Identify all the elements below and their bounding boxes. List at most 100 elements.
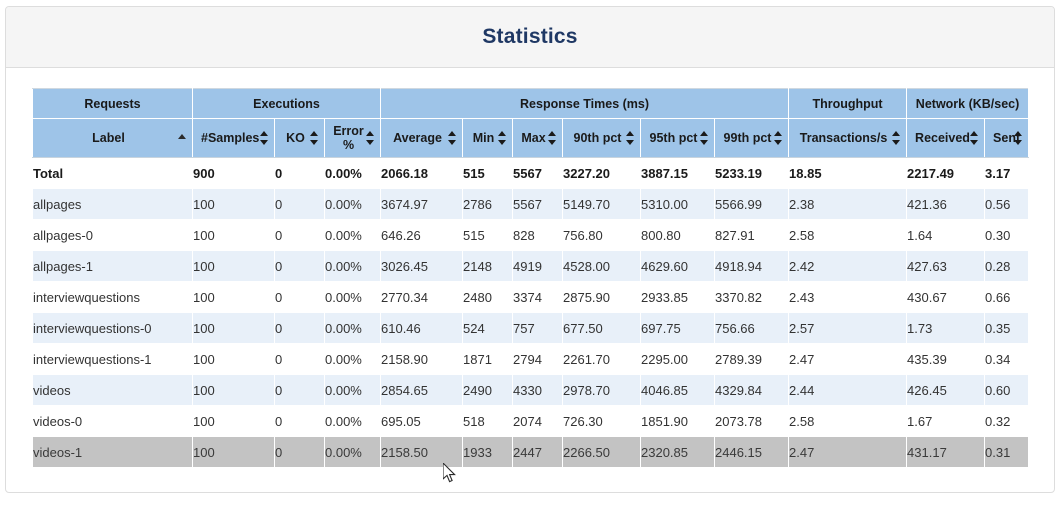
table-cell: 100	[192, 405, 275, 437]
panel-body: Requests Executions Response Times (ms) Thr…	[6, 68, 1054, 468]
cell-label: interviewquestions	[32, 281, 193, 313]
sort-toggle-icon[interactable]	[366, 130, 375, 146]
column-header-samples[interactable]: #Samples	[192, 118, 275, 158]
sort-toggle-icon[interactable]	[260, 130, 269, 146]
table-cell: 0	[274, 250, 325, 282]
column-header-label[interactable]: Label	[32, 118, 193, 158]
table-cell: 2786	[462, 188, 513, 220]
table-cell: 0.00%	[324, 219, 381, 251]
sort-toggle-icon[interactable]	[892, 130, 901, 146]
sort-toggle-icon[interactable]	[626, 130, 635, 146]
table-cell: 2.58	[788, 405, 908, 437]
column-header-99th-pct[interactable]: 99th pct	[713, 118, 790, 158]
table-cell: 756.80	[562, 219, 641, 251]
page-title: Statistics	[482, 25, 578, 48]
table-cell: 0.00%	[324, 343, 381, 375]
table-cell: 100	[192, 343, 275, 375]
cell-label: allpages-1	[32, 250, 193, 282]
table-cell: 0.34	[984, 343, 1030, 375]
table-cell: 0.00%	[324, 312, 381, 344]
table-cell: 2854.65	[380, 374, 463, 406]
cell-label: interviewquestions-1	[32, 343, 193, 375]
group-header-requests: Requests	[32, 88, 193, 119]
statistics-panel: Statistics Requests Executions Response Ti…	[5, 6, 1055, 493]
column-header-label: Max	[521, 131, 546, 145]
table-cell: 0.30	[984, 219, 1030, 251]
table-cell: 2490	[462, 374, 513, 406]
column-header-90th-pct[interactable]: 90th pct	[562, 118, 641, 158]
column-header-transactions-s[interactable]: Transactions/s	[788, 118, 908, 158]
table-cell: 2.47	[788, 436, 908, 468]
sort-toggle-icon[interactable]	[548, 130, 557, 146]
column-header-95th-pct[interactable]: 95th pct	[640, 118, 715, 158]
table-cell: 677.50	[562, 312, 641, 344]
table-cell: 2295.00	[640, 343, 715, 375]
column-header-label: #Samples	[201, 131, 260, 145]
group-header-network-kb-sec: Network (KB/sec)	[906, 88, 1030, 119]
table-row[interactable]: allpages 100 0 0.00% 3674.97 2786 5567 5149.70 5…	[32, 188, 1030, 220]
table-row[interactable]: Total 900 0 0.00% 2066.18 515 5567 3227.20 3887.…	[32, 157, 1030, 189]
table-row[interactable]: videos-0 100 0 0.00% 695.05 518 2074 726.30 1851…	[32, 405, 1030, 437]
table-row[interactable]: interviewquestions-0 100 0 0.00% 610.46 524 75…	[32, 312, 1030, 344]
table-cell: 0.00%	[324, 250, 381, 282]
table-cell: 0.00%	[324, 405, 381, 437]
table-row[interactable]: allpages-1 100 0 0.00% 3026.45 2148 4919 4528.0…	[32, 250, 1030, 282]
table-cell: 431.17	[906, 436, 986, 468]
sort-toggle-icon[interactable]	[310, 130, 319, 146]
table-cell: 5566.99	[713, 188, 790, 220]
sort-toggle-icon[interactable]	[448, 130, 457, 146]
table-cell: 0.00%	[324, 157, 381, 189]
table-cell: 900	[192, 157, 275, 189]
table-row[interactable]: videos 100 0 0.00% 2854.65 2490 4330 2978.70 404…	[32, 374, 1030, 406]
table-row[interactable]: interviewquestions-1 100 0 0.00% 2158.90 1871…	[32, 343, 1030, 375]
column-header-sent[interactable]: Sent	[984, 118, 1030, 158]
table-cell: 2261.70	[562, 343, 641, 375]
sort-toggle-icon[interactable]	[498, 130, 507, 146]
table-cell: 5567	[512, 157, 563, 189]
sort-toggle-icon[interactable]	[1014, 130, 1023, 146]
table-cell: 0.00%	[324, 374, 381, 406]
table-cell: 3227.20	[562, 157, 641, 189]
column-header-label: Received	[915, 131, 970, 145]
table-cell: 4046.85	[640, 374, 715, 406]
table-cell: 3370.82	[713, 281, 790, 313]
table-cell: 0.28	[984, 250, 1030, 282]
column-header-received[interactable]: Received	[906, 118, 986, 158]
table-cell: 430.67	[906, 281, 986, 313]
table-cell: 524	[462, 312, 513, 344]
group-header-throughput: Throughput	[788, 88, 908, 119]
cell-label: Total	[32, 157, 193, 189]
table-cell: 2447	[512, 436, 563, 468]
sort-ascending-icon[interactable]	[178, 130, 187, 146]
table-cell: 0.00%	[324, 436, 381, 468]
table-row[interactable]: videos-1 100 0 0.00% 2158.50 1933 2447 2266.50 2…	[32, 436, 1030, 468]
column-header-min[interactable]: Min	[462, 118, 513, 158]
sort-toggle-icon[interactable]	[774, 130, 783, 146]
table-cell: 695.05	[380, 405, 463, 437]
column-header-ko[interactable]: KO	[274, 118, 325, 158]
cell-label: allpages-0	[32, 219, 193, 251]
table-cell: 0.00%	[324, 281, 381, 313]
table-cell: 3026.45	[380, 250, 463, 282]
column-header-average[interactable]: Average	[380, 118, 463, 158]
sort-toggle-icon[interactable]	[970, 130, 979, 146]
table-cell: 2073.78	[713, 405, 790, 437]
group-header-executions: Executions	[192, 88, 381, 119]
table-cell: 646.26	[380, 219, 463, 251]
table-cell: 0	[274, 405, 325, 437]
sort-toggle-icon[interactable]	[700, 130, 709, 146]
table-head: Requests Executions Response Times (ms) Thr…	[32, 88, 1030, 158]
column-header-error[interactable]: Error %	[324, 118, 381, 158]
table-cell: 5310.00	[640, 188, 715, 220]
cell-label: allpages	[32, 188, 193, 220]
table-cell: 2158.90	[380, 343, 463, 375]
table-cell: 427.63	[906, 250, 986, 282]
table-row[interactable]: interviewquestions 100 0 0.00% 2770.34 2480 33…	[32, 281, 1030, 313]
table-cell: 3374	[512, 281, 563, 313]
table-row[interactable]: allpages-0 100 0 0.00% 646.26 515 828 756.80 800…	[32, 219, 1030, 251]
column-header-label: KO	[286, 131, 305, 145]
statistics-table: Requests Executions Response Times (ms) Thr…	[32, 88, 1030, 468]
table-cell: 2875.90	[562, 281, 641, 313]
table-cell: 2.38	[788, 188, 908, 220]
column-header-max[interactable]: Max	[512, 118, 563, 158]
